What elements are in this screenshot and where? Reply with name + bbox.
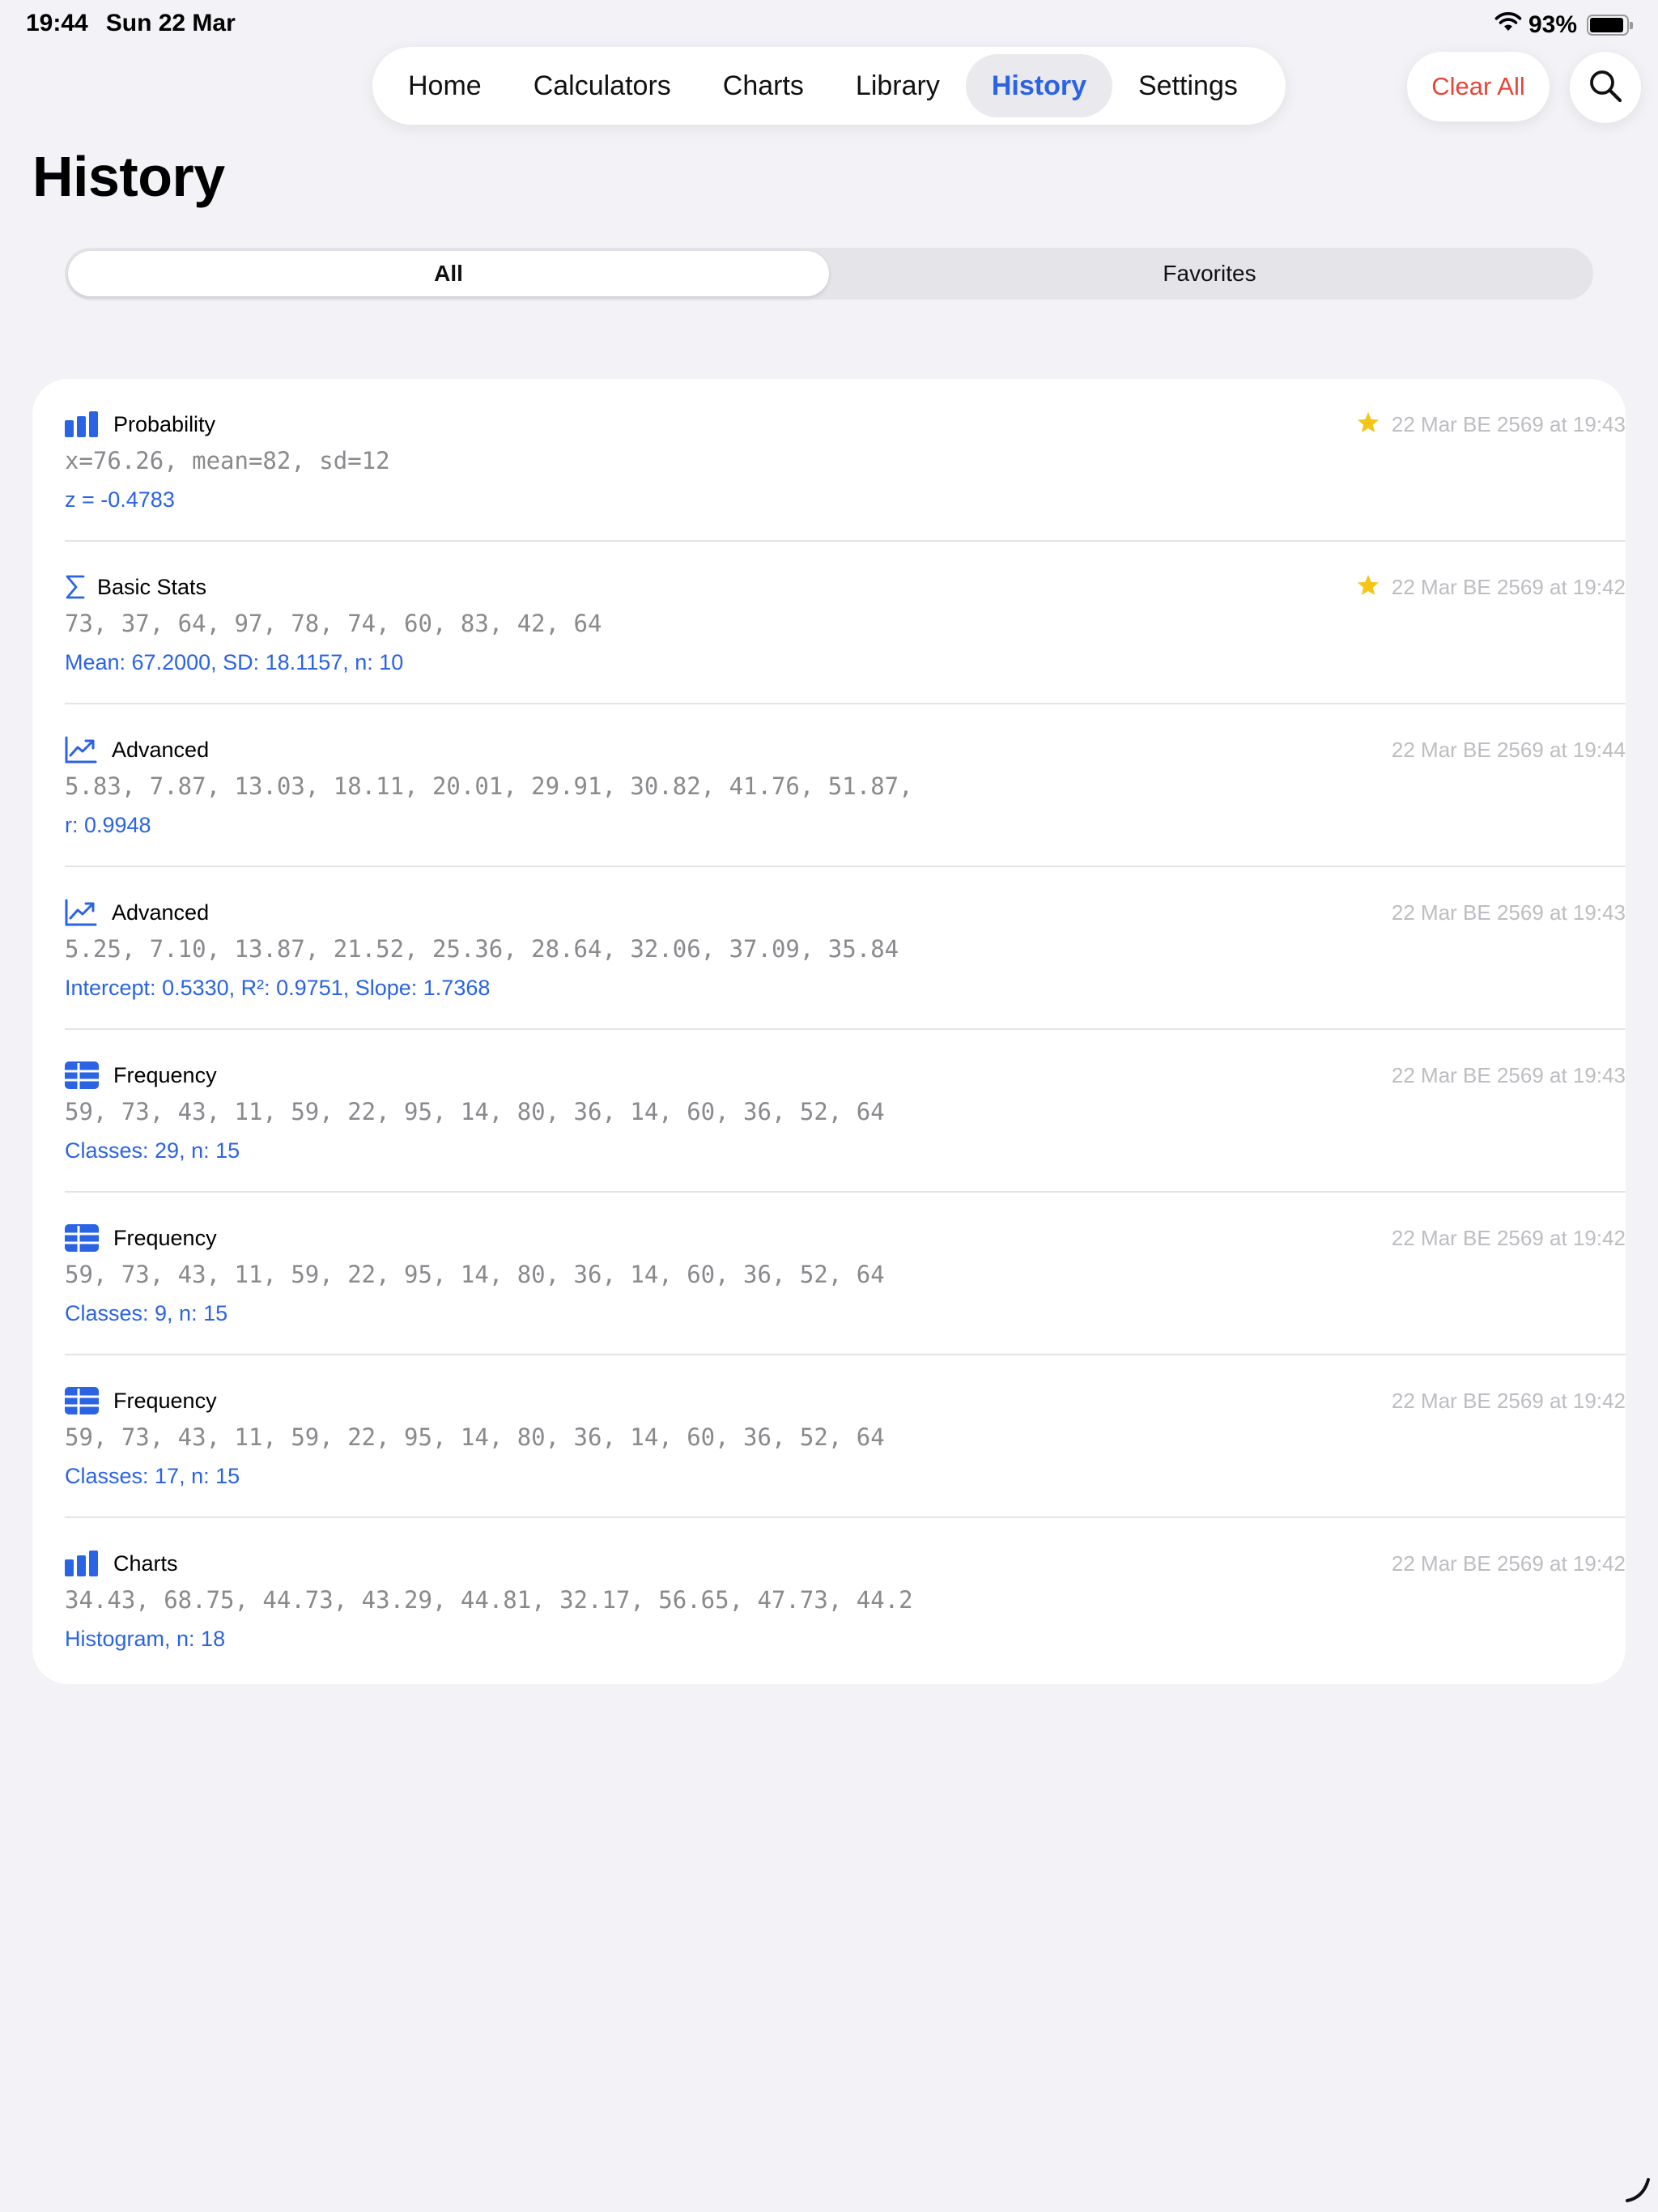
clock: 19:44 [26,10,88,36]
history-row-title: Frequency [113,1225,217,1250]
history-row[interactable]: Advanced 22 Mar BE 2569 at 19:43 5.25, 7.1… [65,867,1626,1030]
table-icon [65,1386,102,1415]
clear-all-button[interactable]: Clear All [1407,52,1550,121]
wifi-icon [1494,11,1522,39]
history-row-date: 22 Mar BE 2569 at 19:43 [1391,411,1626,436]
history-row-result: r: 0.9948 [65,813,151,837]
history-row-input: x=76.26, mean=82, sd=12 [65,447,390,474]
history-row-input: 5.83, 7.87, 13.03, 18.11, 20.01, 29.91, … [65,772,913,800]
filter-segmented-control: All Favorites [65,248,1593,300]
top-tab-bar: Home Calculators Charts Library History Setti… [372,47,1286,125]
history-row-header: Advanced [65,898,209,927]
history-row-meta: 22 Mar BE 2569 at 19:42 [1392,1549,1626,1578]
history-row-input: 34.43, 68.75, 44.73, 43.29, 44.81, 32.17… [65,1586,913,1614]
history-row[interactable]: Frequency 22 Mar BE 2569 at 19:42 59, 73, … [65,1355,1626,1518]
bar-chart-icon [65,410,102,439]
history-list: Probability 22 Mar BE 2569 at 19:43 x=76.2… [32,379,1626,1684]
history-row-meta: 22 Mar BE 2569 at 19:42 [1392,1223,1626,1253]
history-row[interactable]: Charts 22 Mar BE 2569 at 19:42 34.43, 68.7… [65,1518,1626,1681]
table-icon [65,1223,102,1253]
search-button[interactable] [1570,52,1641,123]
history-row-input: 59, 73, 43, 11, 59, 22, 95, 14, 80, 36, … [65,1098,885,1125]
segment-all[interactable]: All [68,251,829,296]
history-row-title: Frequency [113,1062,217,1087]
history-row-date: 22 Mar BE 2569 at 19:42 [1391,1388,1626,1413]
resize-handle-icon[interactable] [1624,2176,1652,2204]
history-row-date: 22 Mar BE 2569 at 19:42 [1391,1225,1626,1250]
history-row-result: Classes: 9, n: 15 [65,1301,228,1325]
favorite-star-icon[interactable] [1356,573,1380,602]
history-row-title: Frequency [113,1388,217,1413]
history-row-meta: 22 Mar BE 2569 at 19:44 [1392,735,1626,764]
history-row-date: 22 Mar BE 2569 at 19:42 [1391,1551,1626,1576]
history-row-header: Frequency [65,1223,217,1253]
history-row-result: Histogram, n: 18 [65,1627,226,1651]
favorite-star-icon[interactable] [1356,410,1380,439]
status-date: Sun 22 Mar [105,10,236,36]
tab-charts[interactable]: Charts [697,54,830,117]
status-bar: 19:44 Sun 22 Mar 93% [0,0,1658,49]
history-row-header: Frequency [65,1386,217,1415]
history-row-result: Mean: 67.2000, SD: 18.1157, n: 10 [65,650,404,674]
trend-chart-icon [65,898,102,927]
history-row-meta: 22 Mar BE 2569 at 19:42 [1356,572,1626,602]
history-row[interactable]: Probability 22 Mar BE 2569 at 19:43 x=76.2… [65,379,1626,542]
history-row-title: Basic Stats [97,574,207,599]
table-icon [65,1061,102,1090]
history-row-title: Probability [113,411,216,436]
history-row-header: Charts [65,1549,178,1578]
history-row-date: 22 Mar BE 2569 at 19:43 [1391,900,1626,925]
tab-home[interactable]: Home [382,54,508,117]
history-row-meta: 22 Mar BE 2569 at 19:43 [1392,1061,1626,1090]
history-row-date: 22 Mar BE 2569 at 19:43 [1391,1062,1626,1087]
tab-calculators[interactable]: Calculators [508,54,697,117]
history-row-input: 5.25, 7.10, 13.87, 21.52, 25.36, 28.64, … [65,935,899,963]
battery-icon [1587,15,1633,36]
history-row-meta: 22 Mar BE 2569 at 19:42 [1392,1386,1626,1415]
tab-history[interactable]: History [965,54,1112,117]
tab-settings[interactable]: Settings [1112,54,1264,117]
history-row-header: Frequency [65,1061,217,1090]
page-title: History [32,145,225,208]
history-row-result: Classes: 29, n: 15 [65,1138,240,1163]
history-row-meta: 22 Mar BE 2569 at 19:43 [1392,898,1626,927]
history-row[interactable]: Advanced 22 Mar BE 2569 at 19:44 5.83, 7.8… [65,704,1626,867]
history-row-input: 59, 73, 43, 11, 59, 22, 95, 14, 80, 36, … [65,1423,885,1451]
history-row-input: 73, 37, 64, 97, 78, 74, 60, 83, 42, 64 [65,610,602,637]
history-row-date: 22 Mar BE 2569 at 19:42 [1391,574,1626,599]
bar-chart-icon [65,1549,102,1578]
history-row-header: Basic Stats [65,572,206,602]
history-row-result: Intercept: 0.5330, R²: 0.9751, Slope: 1.… [65,976,491,1000]
battery-level [1590,18,1623,32]
search-icon [1588,68,1623,108]
status-time: 19:44 Sun 22 Mar [26,10,236,37]
history-row-title: Charts [113,1551,178,1576]
history-row[interactable]: Frequency 22 Mar BE 2569 at 19:42 59, 73, … [65,1193,1626,1355]
history-row-date: 22 Mar BE 2569 at 19:44 [1391,737,1626,762]
trend-chart-icon [65,735,102,764]
status-indicators: 93% [1494,11,1633,39]
history-row-result: Classes: 17, n: 15 [65,1464,240,1488]
history-row-header: Probability [65,410,215,439]
history-row-header: Advanced [65,735,209,764]
tab-library[interactable]: Library [830,54,966,117]
history-row-meta: 22 Mar BE 2569 at 19:43 [1356,410,1626,439]
history-row[interactable]: Basic Stats 22 Mar BE 2569 at 19:42 73, 37… [65,542,1626,704]
history-row-input: 59, 73, 43, 11, 59, 22, 95, 14, 80, 36, … [65,1261,885,1288]
segment-favorites[interactable]: Favorites [829,251,1590,296]
battery-percent: 93% [1528,11,1577,38]
history-row-title: Advanced [112,900,210,925]
history-row[interactable]: Frequency 22 Mar BE 2569 at 19:43 59, 73, … [65,1030,1626,1193]
history-row-result: z = -0.4783 [65,487,175,512]
history-row-title: Advanced [112,737,210,762]
